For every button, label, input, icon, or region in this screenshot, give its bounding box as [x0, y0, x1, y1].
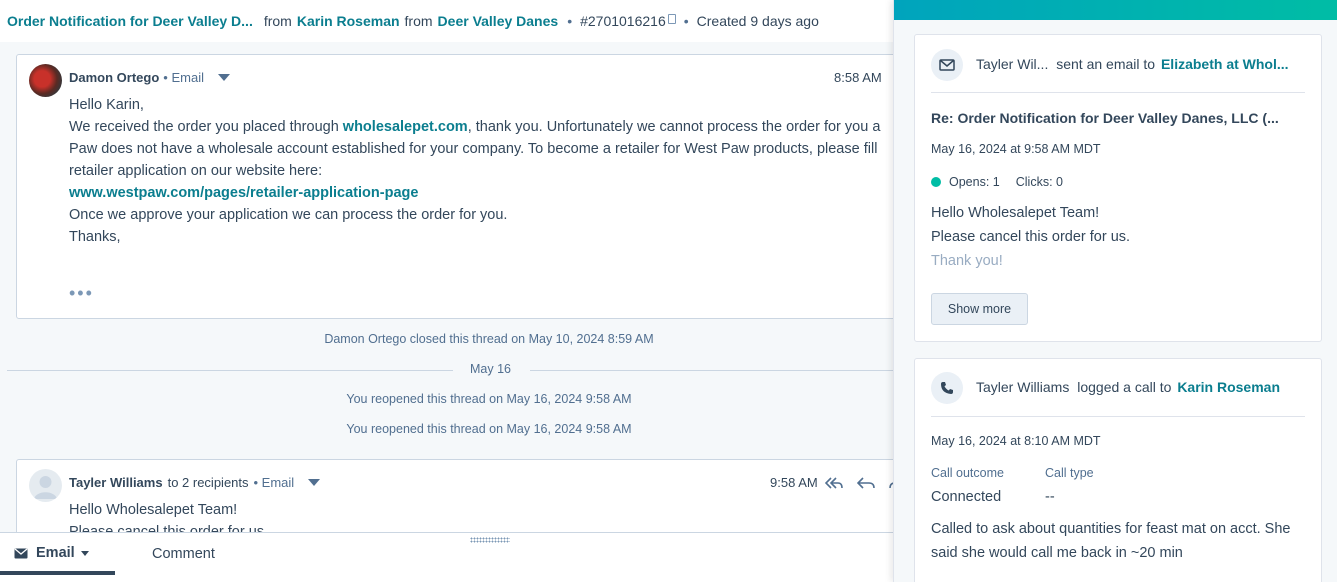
action-text: sent an email to: [1056, 56, 1156, 72]
email-subject[interactable]: Re: Order Notification for Deer Valley D…: [931, 110, 1279, 126]
channel-label: • Email: [253, 475, 295, 490]
reply-actions: [824, 476, 893, 492]
activity-datetime: May 16, 2024 at 8:10 AM MDT: [931, 434, 1101, 448]
resize-handle[interactable]: [470, 537, 510, 543]
activity-datetime: May 16, 2024 at 9:58 AM MDT: [931, 142, 1101, 156]
activity-heading: Tayler Wil... sent an email to Elizabeth…: [976, 56, 1289, 72]
reply-icon[interactable]: [856, 476, 875, 492]
call-type-value[interactable]: --: [1045, 489, 1055, 505]
email-meta: Damon Ortego • Email: [69, 70, 230, 85]
body-line: retailer application on our website here…: [69, 163, 323, 179]
thread-event: You reopened this thread on May 16, 2024…: [346, 392, 632, 406]
channel-label: • Email: [163, 70, 204, 85]
ticket-header: Order Notification for Deer Valley D... …: [0, 0, 893, 42]
reply-all-icon[interactable]: [824, 476, 843, 492]
email-time: 8:58 AM: [834, 70, 882, 85]
retailer-application-link[interactable]: www.westpaw.com/pages/retailer-applicati…: [69, 182, 880, 204]
avatar: [29, 469, 62, 502]
activity-heading: Tayler Williams logged a call to Karin R…: [976, 379, 1280, 395]
email-preview: Hello Wholesalepet Team! Please cancel t…: [931, 201, 1130, 273]
call-note: Called to ask about quantities for feast…: [931, 521, 1291, 561]
contact-link[interactable]: Karin Roseman: [1177, 379, 1280, 395]
conversation-pane: Order Notification for Deer Valley D... …: [0, 0, 893, 582]
body-text: , thank you. Unfortunately we cannot pro…: [467, 119, 881, 135]
preview-line: Thank you!: [931, 253, 1003, 269]
tab-comment[interactable]: Comment: [152, 546, 215, 562]
recipient-link[interactable]: Elizabeth at Whol...: [1161, 56, 1289, 72]
bullet-separator-2: •: [683, 13, 689, 29]
call-outcome-label: Call outcome: [931, 466, 1004, 480]
show-more-button[interactable]: Show more: [931, 293, 1028, 325]
body-line: Once we approve your application we can …: [69, 207, 508, 223]
opened-status-dot: [931, 177, 941, 187]
from-text-2: from: [404, 13, 433, 29]
opens-count: Opens: 1: [949, 175, 1000, 189]
active-tab-indicator: [0, 571, 115, 575]
tab-email-label: Email: [36, 545, 75, 561]
preview-line: Hello Wholesalepet Team!: [931, 205, 1100, 221]
bullet-separator: •: [567, 13, 573, 29]
envelope-icon: [14, 548, 28, 558]
date-separator: May 16: [7, 362, 893, 378]
chevron-down-icon[interactable]: [80, 550, 89, 556]
email-message-1[interactable]: Damon Ortego • Email 8:58 AM Hello Karin…: [16, 54, 893, 319]
email-meta: Tayler Williams to 2 recipients • Email: [69, 475, 321, 490]
created-text: Created 9 days ago: [696, 13, 819, 29]
call-activity-card[interactable]: Tayler Williams logged a call to Karin R…: [914, 358, 1322, 582]
copy-icon[interactable]: [667, 14, 676, 24]
email-activity-card[interactable]: Tayler Wil... sent an email to Elizabeth…: [914, 34, 1322, 342]
actor-name: Tayler Wil...: [976, 56, 1049, 72]
chevron-down-icon[interactable]: [308, 479, 321, 486]
email-time: 9:58 AM: [770, 475, 818, 490]
date-separator-label: May 16: [470, 362, 511, 376]
composer-tabs: Email Comment: [0, 532, 893, 582]
chevron-down-icon[interactable]: [217, 74, 230, 81]
body-line: We received the order you placed through…: [69, 116, 880, 138]
wholesalepet-link[interactable]: wholesalepet.com: [343, 119, 468, 135]
body-line: Hello Karin,: [69, 97, 144, 113]
phone-icon: [931, 372, 963, 404]
sidebar-topbar: [894, 0, 1337, 20]
avatar: [29, 64, 62, 97]
email-body: Hello Karin, We received the order you p…: [69, 94, 880, 248]
preview-line: Please cancel this order for us.: [931, 229, 1131, 245]
body-line: Paw does not have a wholesale account es…: [69, 141, 878, 157]
clicks-count: Clicks: 0: [1015, 175, 1063, 189]
call-type-label: Call type: [1045, 466, 1094, 480]
sender-name: Damon Ortego: [69, 70, 160, 85]
body-text: We received the order you placed through: [69, 119, 343, 135]
from-text: from: [263, 13, 292, 29]
email-tracking: Opens: 1 Clicks: 0: [931, 175, 1063, 189]
action-text: logged a call to: [1077, 379, 1172, 395]
company-link[interactable]: Deer Valley Danes: [438, 13, 559, 29]
envelope-icon: [931, 49, 963, 81]
actor-name: Tayler Williams: [976, 379, 1070, 395]
tab-email[interactable]: Email: [14, 545, 89, 561]
call-outcome-value[interactable]: Connected: [931, 489, 1001, 505]
thread-event: Damon Ortego closed this thread on May 1…: [324, 332, 654, 346]
recipients-label[interactable]: to 2 recipients: [168, 475, 249, 490]
ticket-id: #2701016216: [580, 13, 666, 29]
body-line: Hello Wholesalepet Team!: [69, 502, 238, 518]
expand-more-button[interactable]: •••: [69, 283, 94, 304]
contact-link[interactable]: Karin Roseman: [297, 13, 400, 29]
activity-sidebar: Tayler Wil... sent an email to Elizabeth…: [893, 0, 1337, 582]
thread-event: You reopened this thread on May 16, 2024…: [346, 422, 632, 436]
sender-name: Tayler Williams: [69, 475, 163, 490]
body-line: Thanks,: [69, 229, 121, 245]
ticket-title-link[interactable]: Order Notification for Deer Valley D...: [7, 13, 253, 29]
